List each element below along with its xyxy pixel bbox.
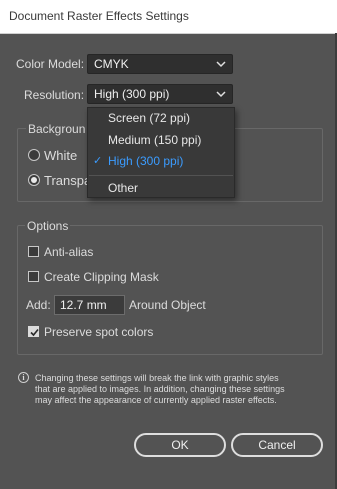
resolution-value: High (300 ppi)	[94, 87, 170, 101]
info-text-line1: Changing these settings will break the l…	[35, 373, 279, 383]
chevron-down-icon	[216, 91, 226, 98]
ok-button[interactable]: OK	[134, 433, 226, 457]
transparent-radio-label: Transpa	[44, 173, 92, 188]
cancel-button[interactable]: Cancel	[231, 433, 323, 457]
menu-item-medium[interactable]: Medium (150 ppi)	[108, 133, 201, 147]
resolution-label: Resolution:	[24, 88, 85, 102]
radio-selected-dot	[31, 177, 37, 183]
color-model-label: Color Model:	[16, 57, 85, 71]
white-radio[interactable]	[28, 149, 40, 161]
color-model-value: CMYK	[94, 57, 129, 71]
info-icon: i	[18, 372, 29, 383]
background-group-title: Backgroun	[26, 122, 88, 136]
menu-separator	[89, 175, 233, 176]
clipping-mask-label: Create Clipping Mask	[44, 270, 159, 284]
checkmark-icon	[30, 328, 39, 337]
color-model-select[interactable]: CMYK	[87, 54, 233, 74]
preserve-spot-label: Preserve spot colors	[44, 325, 154, 339]
transparent-radio[interactable]	[28, 174, 40, 186]
menu-item-high[interactable]: High (300 ppi)	[108, 154, 183, 168]
menu-item-other[interactable]: Other	[108, 181, 138, 195]
add-label: Add:	[26, 298, 51, 312]
around-object-label: Around Object	[129, 298, 206, 312]
clipping-mask-checkbox[interactable]	[28, 271, 39, 282]
antialias-checkbox[interactable]	[28, 246, 39, 257]
options-group-title: Options	[25, 219, 71, 233]
chevron-down-icon	[216, 61, 226, 68]
white-radio-label: White	[44, 148, 78, 163]
add-amount-input[interactable]: 12.7 mm	[54, 295, 125, 315]
resolution-dropdown-menu: Screen (72 ppi) Medium (150 ppi) ✓ High …	[87, 107, 235, 198]
preserve-spot-checkbox[interactable]	[28, 326, 39, 337]
antialias-label: Anti-alias	[44, 245, 94, 259]
menu-item-screen[interactable]: Screen (72 ppi)	[108, 111, 190, 125]
resolution-select[interactable]: High (300 ppi)	[87, 84, 233, 104]
window-title: Document Raster Effects Settings	[9, 9, 189, 23]
info-text-line3: may affect the appearance of currently a…	[35, 395, 277, 405]
checkmark-icon: ✓	[93, 155, 103, 167]
info-text-line2: that are applied to images. In addition,…	[35, 384, 285, 394]
title-bar: Document Raster Effects Settings	[0, 0, 337, 34]
